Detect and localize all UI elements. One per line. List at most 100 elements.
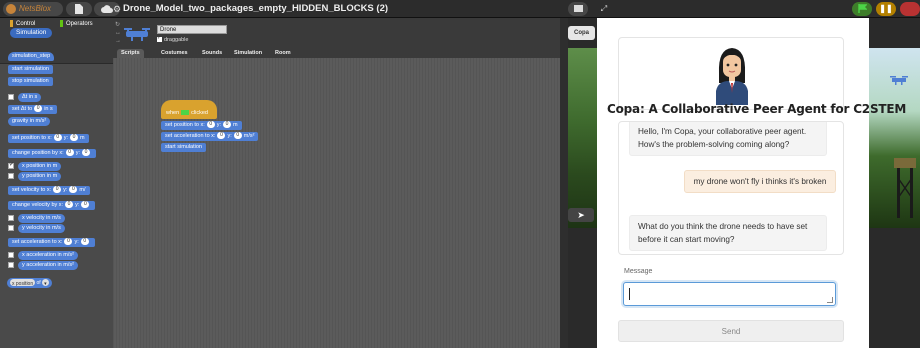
value-slot[interactable]: 0 [69, 186, 78, 194]
avatar-card [618, 37, 844, 110]
green-flag-button[interactable] [852, 2, 872, 16]
block-change-velocity[interactable]: change velocity by x: 0 y: 0 [8, 201, 96, 210]
block-label: set position to x: [12, 135, 52, 141]
block-gravity[interactable]: gravity in m/s² [8, 117, 51, 126]
block-label: set Δt to [12, 106, 33, 112]
x-velocity-watcher-checkbox[interactable] [8, 215, 14, 221]
block-set-position[interactable]: set position to x: 0 y: 0 m [8, 134, 89, 143]
script-set-position[interactable]: set position to x: 0 y: 0 m [161, 121, 242, 130]
value-slot[interactable]: 0 [80, 238, 89, 246]
value-slot[interactable]: 0 [206, 121, 215, 129]
x-acceleration-watcher-checkbox[interactable] [8, 252, 14, 258]
script-set-acceleration[interactable]: set acceleration to x: 0 y: 0 m/s² [161, 132, 259, 141]
value-slot[interactable]: 0 [223, 121, 232, 129]
value-slot[interactable]: 0 [64, 238, 73, 246]
block-label: y: [75, 150, 80, 156]
value-slot[interactable]: 0 [81, 149, 90, 157]
block-y-acceleration[interactable]: y acceleration in m/s² [18, 261, 78, 270]
pane-splitter[interactable] [560, 18, 568, 348]
operators-swatch [60, 20, 63, 27]
block-set-dt[interactable]: set Δt to 0 in s [8, 105, 57, 114]
tab-simulation[interactable]: Simulation [230, 49, 266, 58]
send-button[interactable]: Send [618, 320, 844, 342]
copa-chat-panel: Copa: A Collaborative Peer Agent for C2S… [597, 18, 906, 348]
value-slot[interactable]: 0 [53, 134, 62, 142]
block-y-velocity[interactable]: y velocity in m/s [18, 224, 65, 233]
dt-watcher-checkbox[interactable] [8, 94, 14, 100]
y-velocity-watcher-checkbox[interactable] [8, 225, 14, 231]
block-label: change position by x: [12, 150, 64, 156]
block-label: m/ [79, 187, 86, 193]
block-label: set acceleration to x: [12, 239, 63, 245]
when-flag-clicked-hat[interactable]: when clicked [161, 100, 217, 119]
file-menu-button[interactable] [66, 2, 92, 16]
stage-background-left [568, 48, 598, 228]
stage-size-button[interactable] [568, 2, 588, 16]
no-rotate-icon[interactable]: → [115, 37, 121, 45]
rotation-style-buttons[interactable]: ↻ ↔ → [115, 21, 121, 45]
value-slot[interactable]: 0 [53, 186, 62, 194]
settings-button[interactable]: ⚙ [110, 2, 124, 16]
flip-icon[interactable]: ↔ [115, 29, 121, 37]
block-x-acceleration[interactable]: x acceleration in m/s² [18, 251, 78, 260]
block-set-velocity[interactable]: set velocity to x: 0 y: 0 m/ [8, 186, 90, 195]
copa-panel-tab[interactable]: Copa [568, 26, 595, 40]
watch-tower-sprite [894, 158, 916, 218]
value-slot[interactable]: 0 [34, 105, 43, 113]
copa-avatar [716, 48, 748, 105]
value-slot[interactable]: 0 [65, 201, 74, 209]
block-simulation-step[interactable]: simulation_step [8, 52, 55, 61]
category-operators[interactable]: Operators [60, 20, 93, 27]
rotate-icon[interactable]: ↻ [115, 21, 121, 29]
category-control-label: Control [16, 21, 36, 28]
tab-costumes[interactable]: Costumes [157, 49, 192, 58]
block-start-simulation[interactable]: start simulation [8, 65, 53, 74]
block-label: y: [216, 122, 222, 128]
block-palette: Control Operators Simulation simulation_… [0, 18, 113, 348]
sprite-name-field[interactable]: Drone [157, 25, 227, 34]
stop-button[interactable] [900, 2, 920, 16]
block-label: y: [75, 202, 80, 208]
block-attribute-of[interactable]: x position of ▾ [7, 278, 52, 288]
scripting-area[interactable]: when clicked set position to x: 0 y: 0 m set … [113, 58, 560, 348]
value-slot[interactable]: 0 [70, 134, 79, 142]
agent-message: Hello, I'm Copa, your collaborative peer… [629, 122, 827, 156]
block-stop-simulation[interactable]: stop simulation [8, 77, 53, 86]
category-simulation[interactable]: Simulation [10, 28, 53, 38]
fullscreen-button[interactable]: ⤢ [594, 2, 614, 16]
x-position-watcher-checkbox[interactable] [8, 161, 14, 169]
block-label: y: [227, 133, 232, 139]
script-start-simulation[interactable]: start simulation [161, 143, 206, 152]
tab-room[interactable]: Room [271, 49, 295, 58]
draggable-option[interactable]: draggable [157, 35, 188, 43]
expand-arrow-icon[interactable]: ➤ [568, 208, 594, 222]
draggable-checkbox[interactable] [157, 35, 162, 43]
message-history[interactable]: Hello, I'm Copa, your collaborative peer… [618, 121, 844, 255]
block-label: y: [63, 187, 68, 193]
logo-mark-icon [6, 4, 16, 14]
block-y-position[interactable]: y position in m [18, 172, 62, 181]
value-slot[interactable]: 0 [217, 132, 226, 140]
netsblox-logo[interactable]: NetsBlox [3, 2, 63, 16]
block-dt-reporter[interactable]: Δt in s [18, 93, 42, 102]
tab-scripts[interactable]: Scripts [117, 49, 144, 58]
pause-icon: ❚❚ [879, 4, 893, 13]
attribute-dropdown[interactable]: x position [10, 279, 36, 287]
resize-handle-icon[interactable] [827, 297, 833, 303]
value-slot[interactable]: 0 [233, 132, 242, 140]
value-slot[interactable]: 0 [65, 149, 74, 157]
block-x-velocity[interactable]: x velocity in m/s [18, 214, 65, 223]
y-position-watcher-checkbox[interactable] [8, 173, 14, 179]
category-control[interactable]: Control [10, 20, 35, 27]
message-input[interactable] [623, 282, 836, 306]
pause-button[interactable]: ❚❚ [876, 2, 896, 16]
block-x-position[interactable]: x position in m [18, 162, 62, 171]
block-change-position[interactable]: change position by x: 0 y: 0 [8, 149, 96, 158]
sprite-dropdown[interactable]: ▾ [42, 279, 49, 287]
block-set-acceleration[interactable]: set acceleration to x: 0 y: 0 [8, 238, 95, 247]
y-acceleration-watcher-checkbox[interactable] [8, 262, 14, 268]
value-slot[interactable]: 0 [81, 201, 90, 209]
tab-sounds[interactable]: Sounds [198, 49, 226, 58]
drone-sprite[interactable] [890, 73, 908, 85]
block-label: change velocity by x: [12, 202, 64, 208]
